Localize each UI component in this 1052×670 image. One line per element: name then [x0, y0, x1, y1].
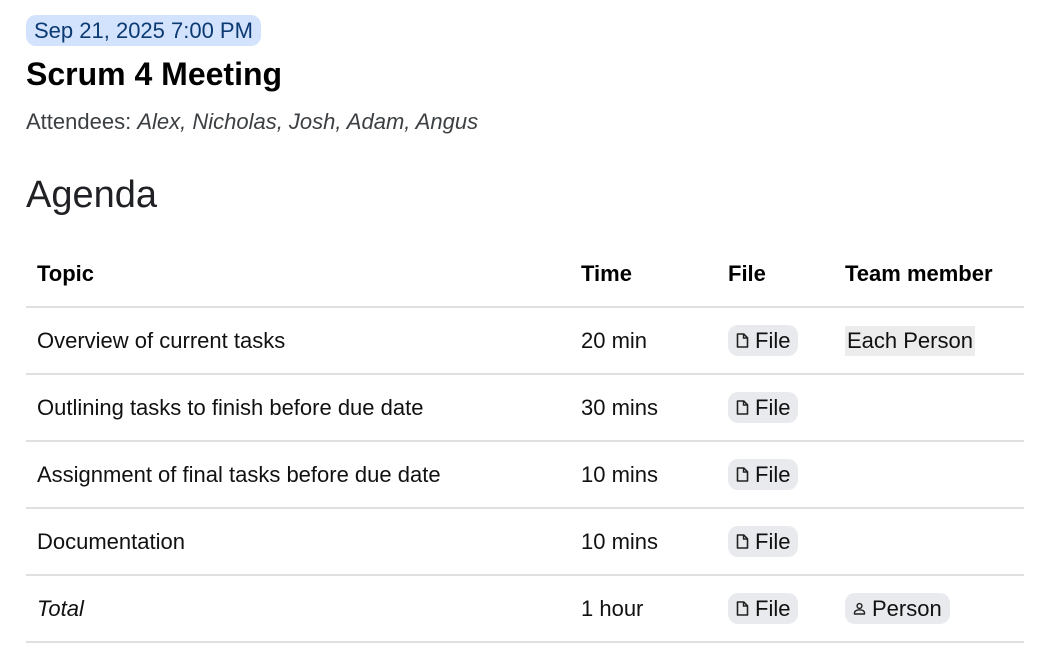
- file-icon: [736, 601, 749, 616]
- agenda-table: Topic Time File Team member Overview of …: [26, 241, 1024, 643]
- file-chip[interactable]: File: [728, 526, 799, 557]
- table-row: Assignment of final tasks before due dat…: [26, 441, 1024, 509]
- topic-cell: Overview of current tasks: [26, 307, 570, 375]
- file-cell: File: [717, 575, 834, 643]
- time-cell: 20 min: [570, 307, 717, 375]
- topic-cell: Documentation: [26, 508, 570, 576]
- file-chip[interactable]: File: [728, 392, 799, 423]
- file-cell: File: [717, 508, 834, 576]
- team-member-text: Each Person: [845, 325, 975, 356]
- topic-cell: Outlining tasks to finish before due dat…: [26, 374, 570, 442]
- column-header-topic: Topic: [26, 241, 570, 308]
- table-row: Documentation 10 mins File: [26, 508, 1024, 576]
- meeting-title: Scrum 4 Meeting: [26, 56, 283, 92]
- file-chip-label: File: [755, 529, 791, 554]
- topic-cell: Total: [26, 575, 570, 643]
- attendees-label: Attendees:: [26, 109, 138, 134]
- team-member-cell[interactable]: [834, 508, 1024, 576]
- file-chip[interactable]: File: [728, 593, 799, 624]
- column-header-file: File: [717, 241, 834, 308]
- team-member-cell[interactable]: [834, 374, 1024, 442]
- file-cell: File: [717, 307, 834, 375]
- attendees-line: Attendees: Alex, Nicholas, Josh, Adam, A…: [26, 109, 478, 135]
- file-cell: File: [717, 374, 834, 442]
- column-header-team-member: Team member: [834, 241, 1024, 308]
- file-chip[interactable]: File: [728, 459, 799, 490]
- file-cell: File: [717, 441, 834, 509]
- column-header-time: Time: [570, 241, 717, 308]
- table-row: Outlining tasks to finish before due dat…: [26, 374, 1024, 442]
- team-member-cell: Person: [834, 575, 1024, 643]
- team-member-cell[interactable]: [834, 441, 1024, 509]
- agenda-heading: Agenda: [26, 174, 158, 216]
- time-cell: 1 hour: [570, 575, 717, 643]
- time-cell: 10 mins: [570, 508, 717, 576]
- file-chip-label: File: [755, 395, 791, 420]
- file-icon: [736, 534, 749, 549]
- person-icon: [853, 602, 866, 615]
- person-chip[interactable]: Person: [845, 593, 950, 624]
- file-icon: [736, 467, 749, 482]
- file-chip[interactable]: File: [728, 325, 799, 356]
- table-header-row: Topic Time File Team member: [26, 241, 1024, 308]
- topic-cell: Assignment of final tasks before due dat…: [26, 441, 570, 509]
- date-chip[interactable]: Sep 21, 2025 7:00 PM: [26, 15, 261, 46]
- team-member-cell: Each Person: [834, 307, 1024, 375]
- file-chip-label: File: [755, 462, 791, 487]
- table-row: Total 1 hour File Person: [26, 575, 1024, 643]
- person-chip-label: Person: [872, 596, 942, 621]
- time-cell: 30 mins: [570, 374, 717, 442]
- time-cell: 10 mins: [570, 441, 717, 509]
- table-row: Overview of current tasks 20 min File Ea…: [26, 307, 1024, 375]
- attendees-names: Alex, Nicholas, Josh, Adam, Angus: [137, 109, 479, 134]
- file-icon: [736, 400, 749, 415]
- file-icon: [736, 333, 749, 348]
- file-chip-label: File: [755, 328, 791, 353]
- file-chip-label: File: [755, 596, 791, 621]
